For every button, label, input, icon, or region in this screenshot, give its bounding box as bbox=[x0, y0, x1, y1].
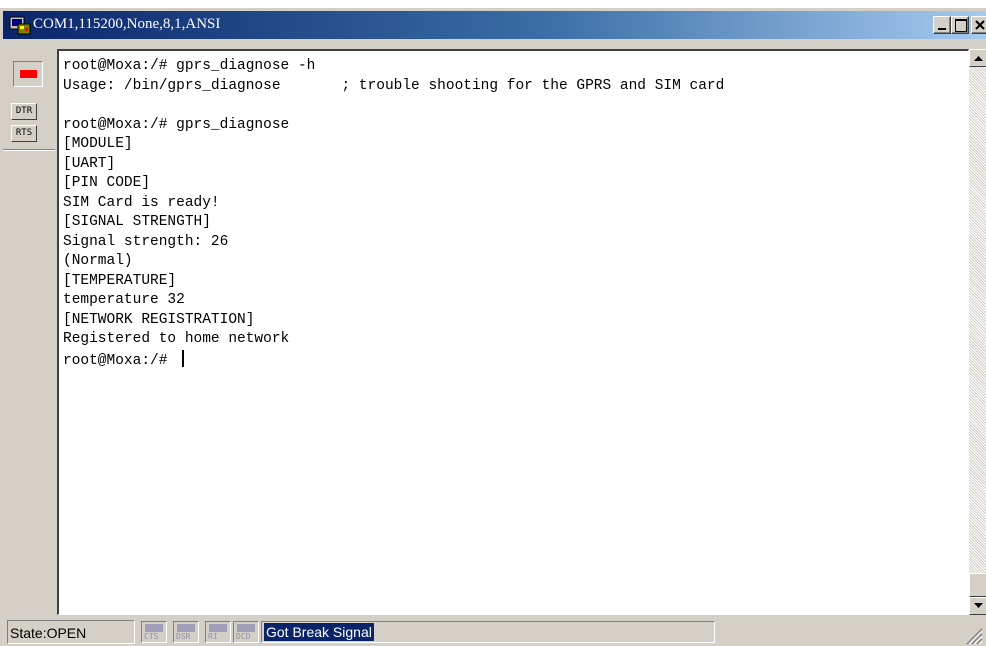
terminal-line: Signal strength: 26 bbox=[63, 233, 229, 250]
ri-indicator: RI bbox=[205, 621, 231, 643]
terminal-line: Usage: /bin/gprs_diagnose ; trouble shoo… bbox=[63, 77, 725, 94]
resize-grip-icon[interactable] bbox=[963, 625, 983, 645]
dsr-indicator: DSR bbox=[173, 621, 199, 643]
terminal-line: [TEMPERATURE] bbox=[63, 272, 177, 289]
ri-lamp-icon bbox=[209, 624, 227, 632]
dsr-lamp-icon bbox=[177, 624, 195, 632]
close-button[interactable] bbox=[971, 16, 986, 34]
state-panel: State:OPEN bbox=[7, 620, 135, 644]
maximize-button[interactable] bbox=[951, 16, 969, 34]
dsr-label: DSR bbox=[176, 632, 191, 641]
terminal-window: COM1,115200,None,8,1,ANSI DTR RTS root@M… bbox=[0, 8, 986, 646]
terminal-line: [NETWORK REGISTRATION] bbox=[63, 311, 255, 328]
terminal-line: root@Moxa:/# gprs_diagnose bbox=[63, 116, 290, 133]
terminal-line: [UART] bbox=[63, 155, 116, 172]
toolbar-divider bbox=[3, 149, 55, 151]
ri-label: RI bbox=[208, 632, 218, 641]
terminal-prompt-line: root@Moxa:/# bbox=[63, 349, 724, 370]
terminal-line: root@Moxa:/# gprs_diagnose -h bbox=[63, 58, 316, 74]
close-icon bbox=[975, 20, 985, 30]
terminal-line: Registered to home network bbox=[63, 331, 290, 347]
text-cursor bbox=[182, 349, 185, 367]
terminal-line: SIM Card is ready! bbox=[63, 194, 220, 211]
dcd-label: DCD bbox=[236, 632, 251, 641]
status-message: Got Break Signal bbox=[264, 623, 374, 641]
terminal-line: temperature 32 bbox=[63, 292, 185, 308]
connection-state: State:OPEN bbox=[10, 625, 87, 641]
terminal-line: [MODULE] bbox=[63, 136, 133, 152]
cts-label: CTS bbox=[144, 632, 159, 641]
connection-indicator[interactable] bbox=[13, 61, 43, 87]
dcd-lamp-icon bbox=[237, 624, 255, 632]
terminal-app-icon[interactable] bbox=[9, 14, 31, 36]
left-toolbar: DTR RTS bbox=[3, 41, 55, 613]
title-bar[interactable]: COM1,115200,None,8,1,ANSI bbox=[3, 11, 986, 39]
cts-indicator: CTS bbox=[141, 621, 167, 643]
arrow-up-icon bbox=[974, 56, 983, 61]
terminal-line: [PIN CODE] bbox=[63, 175, 151, 191]
status-led-icon bbox=[20, 70, 37, 78]
terminal-line: [SIGNAL STRENGTH] bbox=[63, 214, 211, 230]
cts-lamp-icon bbox=[145, 624, 163, 632]
status-bar: State:OPEN CTS DSR RI DCD Got Break Sign… bbox=[1, 617, 986, 646]
dcd-indicator: DCD bbox=[233, 621, 259, 643]
minimize-button[interactable] bbox=[933, 16, 951, 34]
terminal-line: (Normal) bbox=[63, 253, 133, 269]
scroll-up-button[interactable] bbox=[969, 49, 986, 67]
terminal-output[interactable]: root@Moxa:/# gprs_diagnose -h Usage: /bi… bbox=[57, 49, 969, 615]
dtr-button[interactable]: DTR bbox=[11, 103, 37, 120]
rts-button[interactable]: RTS bbox=[11, 125, 37, 142]
scroll-down-button[interactable] bbox=[969, 597, 986, 615]
terminal-prompt: root@Moxa:/# bbox=[63, 352, 177, 369]
message-panel: Got Break Signal bbox=[261, 621, 715, 643]
window-title: COM1,115200,None,8,1,ANSI bbox=[33, 16, 221, 32]
arrow-down-icon bbox=[974, 603, 983, 608]
vertical-scrollbar[interactable] bbox=[969, 49, 986, 615]
scrollbar-thumb[interactable] bbox=[969, 573, 986, 597]
